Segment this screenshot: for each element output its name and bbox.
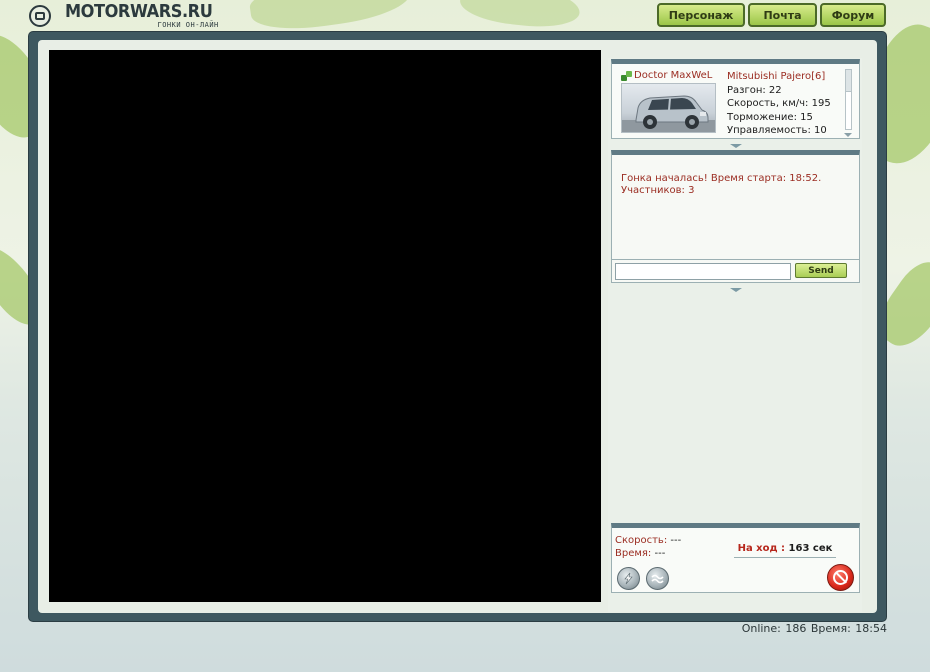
logo-text: MOTORWARS.RU ГОНКИ ОН-ЛАЙН (65, 3, 229, 29)
chat-message: Участников: 3 (621, 185, 695, 196)
server-time-label: Время: (810, 622, 851, 635)
logo-subtitle: ГОНКИ ОН-ЛАЙН (157, 21, 219, 29)
speed-value: --- (670, 535, 682, 546)
background-decoration (458, 0, 582, 32)
car-model[interactable]: Mitsubishi Pajero[6] (727, 70, 831, 84)
chat-panel: Гонка началась! Время старта: 18:52. Уча… (611, 150, 860, 283)
chevron-down-icon (730, 288, 742, 292)
driver-status-icon (621, 70, 632, 81)
server-time-value: 18:54 (855, 622, 887, 635)
car-image-icon (622, 95, 715, 132)
time-label: Время: (615, 548, 652, 559)
turn-timer: На ход : 163 сек (734, 540, 836, 558)
stat-speed: Скорость, км/ч: 195 (727, 98, 831, 109)
chevron-down-icon (730, 144, 742, 148)
car-photo (621, 83, 716, 133)
driver-name[interactable]: Doctor MaxWeL (634, 70, 712, 81)
forum-button[interactable]: Форум (820, 3, 886, 27)
mail-button[interactable]: Почта (748, 3, 817, 27)
scroll-track[interactable] (845, 69, 852, 130)
turn-value: 163 сек (788, 543, 833, 554)
status-footer: Online: 186 Время: 18:54 (741, 622, 887, 635)
scroll-thumb[interactable] (846, 70, 851, 92)
stat-braking: Торможение: 15 (727, 111, 813, 123)
waves-icon (651, 574, 664, 584)
online-count: 186 (785, 622, 807, 635)
online-label: Online: (741, 622, 781, 635)
chat-input-bar: Send (612, 259, 859, 282)
character-button[interactable]: Персонаж (657, 3, 745, 27)
boost-button[interactable] (617, 567, 640, 590)
logo-title: MOTORWARS.RU (65, 1, 213, 22)
race-status-panel: Скорость: --- Время: --- На ход : 163 се… (611, 523, 860, 593)
turn-label: На ход : (737, 543, 786, 554)
stat-acceleration: Разгон: 22 (727, 84, 782, 96)
site-logo[interactable]: MOTORWARS.RU ГОНКИ ОН-ЛАЙН (29, 3, 229, 29)
time-value: --- (654, 548, 666, 559)
chat-input[interactable] (615, 263, 791, 280)
stop-button[interactable] (827, 564, 854, 591)
chat-log: Гонка началась! Время старта: 18:52. Уча… (621, 173, 851, 197)
scroll-down-arrow-icon[interactable] (844, 133, 852, 137)
chat-message: Гонка началась! Время старта: 18:52. (621, 173, 822, 184)
car-stats: Mitsubishi Pajero[6] Разгон: 22 Скорость… (727, 70, 831, 138)
wheel-logo-icon (29, 5, 51, 27)
race-info: Скорость: --- Время: --- (615, 534, 681, 560)
lightning-icon (624, 572, 633, 585)
car-panel-scrollbar[interactable] (843, 69, 853, 137)
stop-icon (833, 570, 848, 585)
speed-label: Скорость: (615, 535, 668, 546)
stat-handling: Управляемость: 10 (727, 125, 827, 136)
brake-button[interactable] (646, 567, 669, 590)
send-button[interactable]: Send (795, 263, 847, 278)
car-info-panel: Doctor MaxWeL Mitsubishi Pajero[6] Разго… (611, 59, 860, 139)
top-nav: Персонаж Почта Форум (657, 3, 886, 27)
race-track-canvas[interactable] (49, 50, 601, 602)
background-decoration (247, 0, 413, 36)
driver-info: Doctor MaxWeL (621, 70, 712, 81)
